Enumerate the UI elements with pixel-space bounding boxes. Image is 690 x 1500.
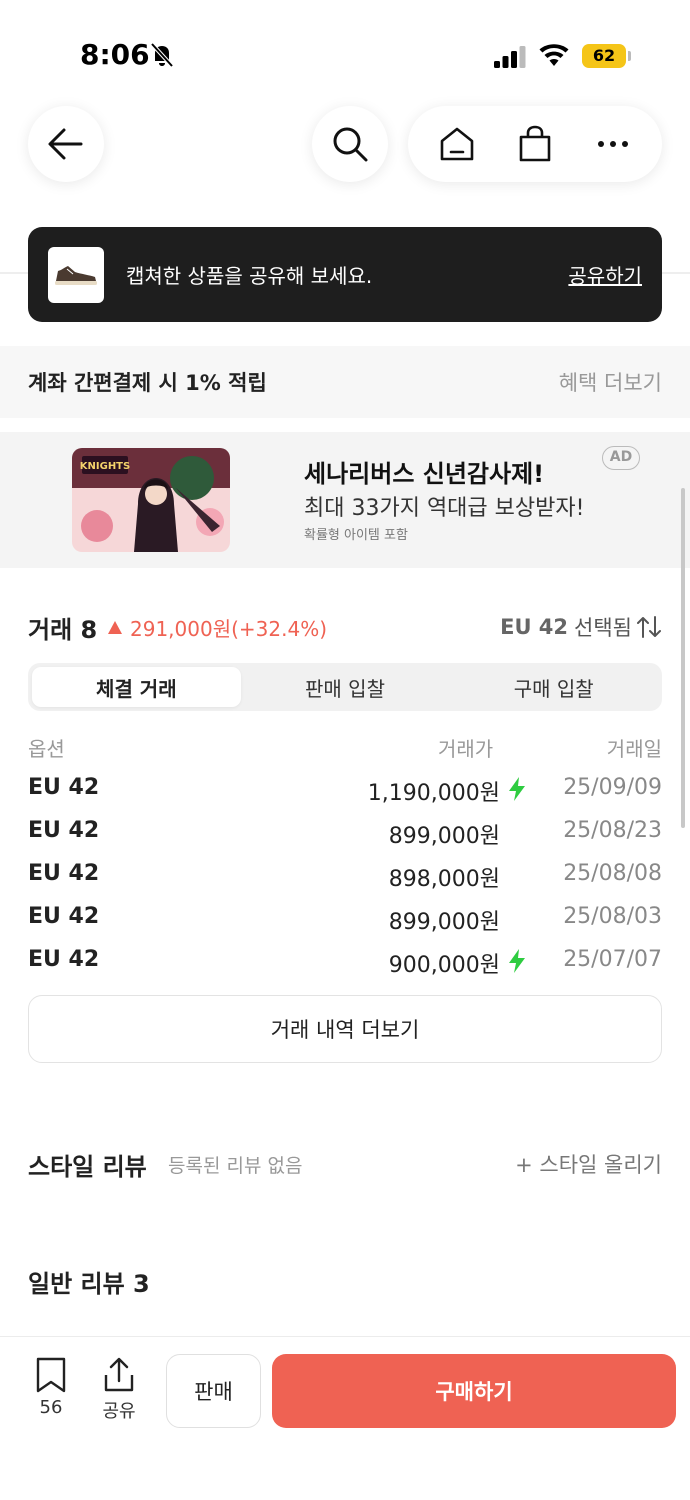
- column-price: 거래가: [438, 737, 494, 761]
- row-option: EU 42: [28, 947, 100, 972]
- ad-subtitle: 최대 33가지 역대급 보상받자!: [304, 496, 585, 521]
- ad-banner[interactable]: KNIGHTS 세나리버스 신년감사제! 최대 33가지 역대급 보상받자! 확…: [0, 432, 690, 568]
- row-option: EU 42: [28, 861, 100, 886]
- table-row: EU 42 899,000원 25/08/03: [28, 904, 662, 940]
- search-button[interactable]: [312, 106, 388, 182]
- buy-button[interactable]: 구매하기: [272, 1354, 676, 1428]
- bookmark-button[interactable]: 56: [28, 1357, 74, 1418]
- size-selector[interactable]: EU 42 선택됨: [500, 612, 662, 642]
- trade-change-value: 291,000원(+32.4%): [130, 617, 328, 641]
- trade-tabs: 체결 거래 판매 입찰 구매 입찰: [28, 663, 662, 711]
- bell-slash-icon: [150, 42, 174, 68]
- status-bar: 8:06 62: [0, 0, 690, 100]
- size-suffix: 선택됨: [574, 616, 632, 640]
- search-icon: [333, 127, 368, 162]
- toast-product-thumbnail: [48, 246, 104, 303]
- column-option: 옵션: [28, 737, 65, 761]
- table-row: EU 42 1,190,000원 25/09/09: [28, 775, 662, 811]
- table-row: EU 42 900,000원 25/07/07: [28, 947, 662, 983]
- table-row: EU 42 898,000원 25/08/08: [28, 861, 662, 897]
- row-date: 25/08/23: [563, 818, 662, 843]
- sort-icon: [637, 616, 661, 638]
- signal-icon: [494, 46, 526, 68]
- home-button[interactable]: [432, 119, 482, 169]
- ad-image-logo: KNIGHTS: [80, 461, 130, 472]
- home-icon: [440, 127, 474, 161]
- back-button[interactable]: [28, 106, 104, 182]
- ad-image: KNIGHTS: [72, 448, 230, 552]
- row-date: 25/08/08: [563, 861, 662, 886]
- shopping-bag-icon: [519, 125, 551, 162]
- bookmark-icon: [36, 1357, 66, 1393]
- ad-note: 확률형 아이템 포함: [304, 528, 408, 543]
- size-value: EU 42: [500, 615, 569, 639]
- bolt-icon: [509, 777, 525, 801]
- payment-benefit-row[interactable]: 계좌 간편결제 시 1% 적립 혜택 더보기: [0, 346, 690, 418]
- benefit-text: 계좌 간편결제 시 1% 적립: [28, 371, 267, 395]
- bottom-action-bar: 56 공유 판매 구매하기: [0, 1336, 690, 1500]
- row-date: 25/09/09: [563, 775, 662, 800]
- cart-button[interactable]: [510, 119, 560, 169]
- back-arrow-icon: [48, 128, 83, 160]
- share-button[interactable]: 공유: [96, 1357, 142, 1423]
- share-icon: [104, 1357, 134, 1392]
- share-label: 공유: [102, 1401, 136, 1422]
- benefit-more-link[interactable]: 혜택 더보기: [559, 367, 662, 397]
- toast-message: 캡쳐한 상품을 공유해 보세요.: [126, 264, 373, 288]
- row-option: EU 42: [28, 775, 100, 800]
- wifi-icon: [539, 44, 569, 66]
- column-date: 거래일: [606, 737, 662, 761]
- row-option: EU 42: [28, 818, 100, 843]
- tab-sell-bids[interactable]: 판매 입찰: [241, 667, 450, 707]
- status-time: 8:06: [80, 38, 150, 71]
- tab-completed-trades[interactable]: 체결 거래: [32, 667, 241, 707]
- ad-badge: AD: [602, 446, 640, 470]
- row-price: 900,000원: [388, 953, 500, 978]
- bolt-icon: [509, 949, 525, 973]
- toast-share-link[interactable]: 공유하기: [568, 260, 642, 289]
- trade-price-change: 291,000원(+32.4%): [108, 613, 327, 642]
- row-price: 899,000원: [388, 910, 500, 935]
- bookmark-count: 56: [39, 1397, 63, 1418]
- more-button[interactable]: [588, 119, 638, 169]
- general-review-title: 일반 리뷰 3: [28, 1270, 150, 1298]
- trade-history-more-button[interactable]: 거래 내역 더보기: [28, 995, 662, 1063]
- row-date: 25/07/07: [563, 947, 662, 972]
- nav-action-group: [408, 106, 662, 182]
- trade-count-title: 거래 8: [28, 616, 98, 644]
- table-row: EU 42 899,000원 25/08/23: [28, 818, 662, 854]
- style-review-empty: 등록된 리뷰 없음: [168, 1155, 303, 1177]
- row-price: 898,000원: [388, 867, 500, 892]
- row-option: EU 42: [28, 904, 100, 929]
- battery-indicator: 62: [582, 44, 626, 68]
- tab-buy-bids[interactable]: 구매 입찰: [449, 667, 658, 707]
- row-price: 1,190,000원: [367, 781, 500, 806]
- trade-header: 거래 8 291,000원(+32.4%) EU 42 선택됨: [28, 610, 662, 646]
- sneaker-icon: [55, 265, 97, 285]
- more-icon: [598, 141, 628, 147]
- sell-button[interactable]: 판매: [166, 1354, 261, 1428]
- row-price: 899,000원: [388, 824, 500, 849]
- share-toast: 캡쳐한 상품을 공유해 보세요. 공유하기: [28, 227, 662, 322]
- scrollbar[interactable]: [681, 488, 685, 828]
- row-date: 25/08/03: [563, 904, 662, 929]
- ad-title: 세나리버스 신년감사제!: [304, 460, 545, 488]
- battery-tip: [628, 51, 631, 61]
- arrow-up-icon: [108, 621, 122, 634]
- style-review-title: 스타일 리뷰: [28, 1153, 147, 1181]
- style-upload-link[interactable]: + 스타일 올리기: [515, 1149, 662, 1179]
